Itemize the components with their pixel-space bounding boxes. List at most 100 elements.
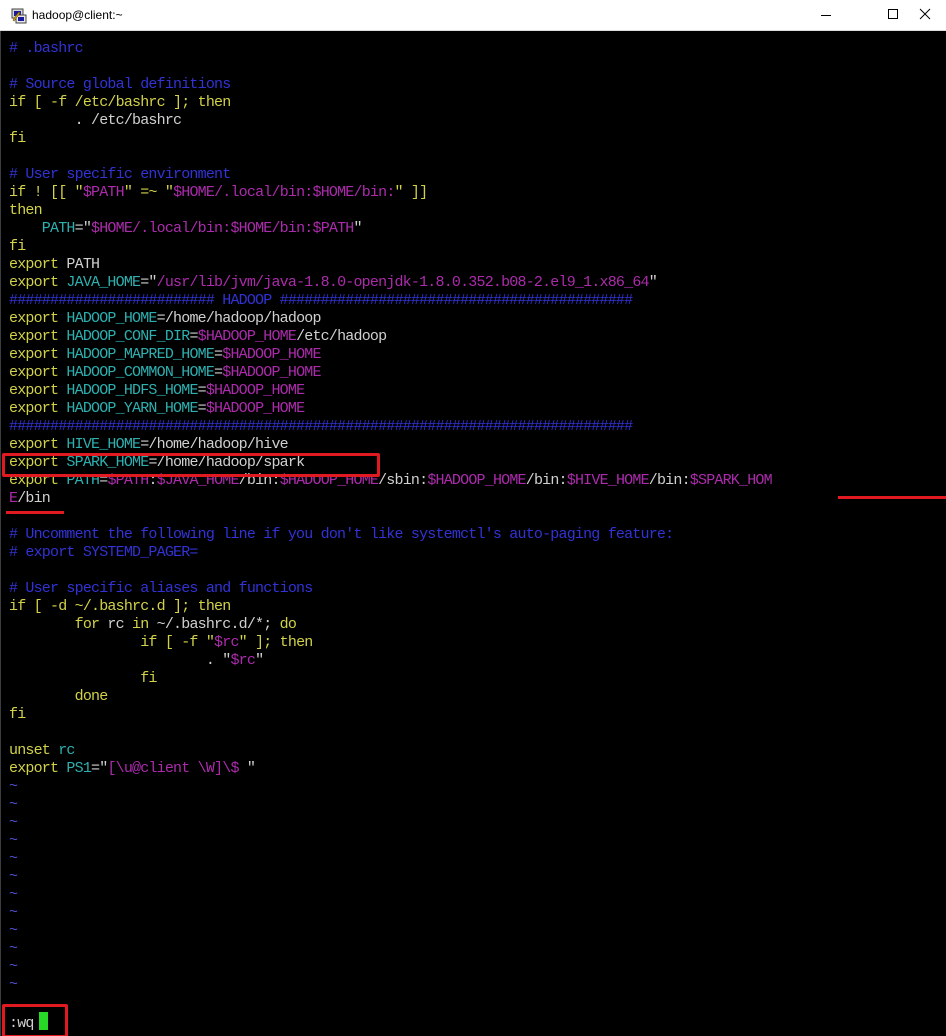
terminal-area[interactable]: # .bashrc # Source global definitions if … [0, 31, 946, 1036]
code-line[interactable]: done [9, 688, 772, 706]
code-token: $HIVE_HOME [566, 472, 650, 489]
code-token: # export SYSTEMD_PAGER= [9, 544, 198, 561]
code-token: in [132, 616, 149, 633]
empty-line-tilde: ~ [9, 778, 18, 795]
code-token: $HADOOP_HOME [205, 382, 305, 399]
code-token: $rc [230, 652, 256, 669]
code-token: $HADOOP_HOME [222, 364, 321, 381]
code-token: if [ -f " [9, 634, 215, 651]
code-line[interactable]: export PATH [9, 256, 772, 274]
code-token: /usr/lib/jvm/java-1.8.0-openjdk-1.8.0.35… [156, 274, 650, 291]
code-line[interactable]: export JAVA_HOME="/usr/lib/jvm/java-1.8.… [9, 274, 772, 292]
code-line[interactable]: if [ -d ~/.bashrc.d ]; then [9, 598, 772, 616]
code-token: $HADOOP_HOME [197, 328, 297, 345]
code-line[interactable]: export HADOOP_YARN_HOME=$HADOOP_HOME [9, 400, 772, 418]
code-token: JAVA_HOME [58, 274, 141, 291]
code-line[interactable]: E/bin [9, 490, 772, 508]
code-token: if [ -f /etc/bashrc ]; then [9, 94, 231, 111]
code-line[interactable]: export HADOOP_CONF_DIR=$HADOOP_HOME/etc/… [9, 328, 772, 346]
code-token: $HOME [173, 184, 215, 201]
minimize-button[interactable] [808, 0, 854, 30]
code-token: fi [9, 670, 157, 687]
code-line[interactable]: unset rc [9, 742, 772, 760]
title-bar[interactable]: hadoop@client:~ [0, 0, 946, 31]
empty-line-tilde: ~ [9, 886, 18, 903]
code-line[interactable]: for rc in ~/.bashrc.d/*; do [9, 616, 772, 634]
code-token: $PATH [312, 220, 355, 237]
code-token: export [9, 364, 59, 381]
code-line[interactable]: # export SYSTEMD_PAGER= [9, 544, 772, 562]
code-token: export [9, 760, 59, 777]
code-token: export [9, 274, 59, 291]
code-line[interactable]: # User specific aliases and functions [9, 580, 772, 598]
code-line[interactable]: . "$rc" [9, 652, 772, 670]
code-line[interactable]: export HADOOP_HOME=/home/hadoop/hadoop [9, 310, 772, 328]
empty-line-tilde: ~ [9, 958, 18, 975]
empty-line-tilde: ~ [9, 796, 18, 813]
code-line[interactable]: fi [9, 706, 772, 724]
code-token: " [648, 274, 658, 291]
code-line[interactable]: ########################################… [9, 418, 772, 436]
code-line[interactable]: # .bashrc [9, 40, 772, 58]
editor-buffer[interactable]: # .bashrc # Source global definitions if … [9, 40, 773, 778]
code-line[interactable]: PATH="$HOME/.local/bin:$HOME/bin:$PATH" [9, 220, 772, 238]
empty-line-tilde: ~ [9, 976, 18, 993]
code-line[interactable] [9, 508, 772, 526]
code-token: export [9, 382, 59, 399]
code-line[interactable]: # Uncomment the following line if you do… [9, 526, 772, 544]
code-token: " =~ " [123, 184, 174, 201]
code-token: PS1 [58, 760, 92, 777]
code-line[interactable]: export HADOOP_MAPRED_HOME=$HADOOP_HOME [9, 346, 772, 364]
code-token: =/home/hadoop/hive [140, 436, 288, 453]
code-line[interactable]: if [ -f /etc/bashrc ]; then [9, 94, 772, 112]
code-line[interactable]: export HADOOP_COMMON_HOME=$HADOOP_HOME [9, 364, 772, 382]
code-token: " [255, 652, 264, 669]
code-token: rc [50, 742, 75, 759]
code-token: " [353, 220, 363, 237]
code-token: E [9, 490, 18, 507]
close-button[interactable] [900, 0, 946, 30]
code-token: /bin: [353, 184, 396, 201]
code-token: PATH [58, 256, 100, 273]
code-line[interactable]: then [9, 202, 772, 220]
code-token: export [9, 328, 59, 345]
empty-line-tilde: ~ [9, 850, 18, 867]
code-token: HADOOP_HDFS_HOME [58, 382, 198, 399]
code-line[interactable]: . /etc/bashrc [9, 112, 772, 130]
code-token: /bin [17, 490, 51, 507]
code-line[interactable]: fi [9, 670, 772, 688]
putty-app-icon[interactable] [10, 7, 28, 25]
highlight-box-wq [2, 1004, 68, 1036]
code-line[interactable]: export HADOOP_HDFS_HOME=$HADOOP_HOME [9, 382, 772, 400]
close-icon [919, 8, 931, 20]
code-token: = [197, 400, 207, 417]
code-token: export [9, 436, 59, 453]
code-token: # .bashrc [9, 40, 84, 57]
code-token: fi [9, 130, 26, 147]
code-line[interactable] [9, 148, 772, 166]
code-line[interactable] [9, 724, 772, 742]
terminal-window: hadoop@client:~ # .bashrc # Source globa… [0, 0, 946, 1036]
code-line[interactable] [9, 58, 772, 76]
code-line[interactable] [9, 562, 772, 580]
code-token: export [9, 310, 59, 327]
code-token: HIVE_HOME [58, 436, 141, 453]
code-token: =" [91, 760, 108, 777]
code-token: export [9, 256, 59, 273]
code-token: export [9, 400, 59, 417]
code-token: /bin: [271, 220, 313, 237]
code-line[interactable]: if ! [[ "$PATH" =~ "$HOME/.local/bin:$HO… [9, 184, 772, 202]
empty-line-tilde: ~ [9, 814, 18, 831]
code-line[interactable]: # Source global definitions [9, 76, 772, 94]
code-line[interactable]: export PS1="[\u@client \W]\$ " [9, 760, 772, 778]
minimize-icon [821, 15, 831, 16]
code-line[interactable]: if [ -f "$rc" ]; then [9, 634, 772, 652]
code-line[interactable]: ######################### HADOOP #######… [9, 292, 772, 310]
code-token: HADOOP_CONF_DIR [58, 328, 190, 345]
code-token: =/home/hadoop/hadoop [156, 310, 322, 327]
code-line[interactable]: # User specific environment [9, 166, 772, 184]
code-line[interactable]: fi [9, 238, 772, 256]
code-line[interactable]: fi [9, 130, 772, 148]
code-line[interactable]: export HIVE_HOME=/home/hadoop/hive [9, 436, 772, 454]
code-token: do [279, 616, 297, 633]
